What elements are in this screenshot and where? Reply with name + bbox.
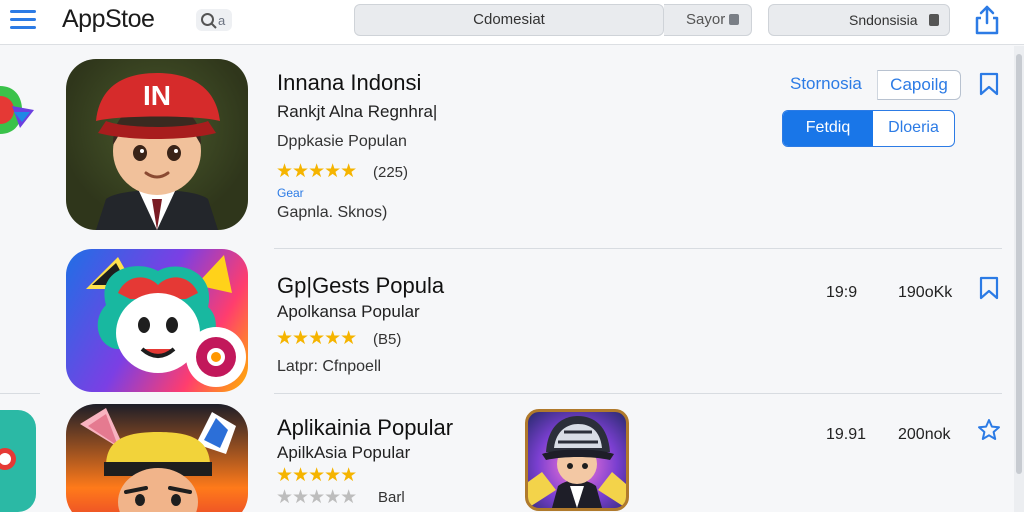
scrollbar-thumb[interactable]	[1016, 54, 1022, 474]
app-size: 190oKk	[898, 284, 953, 301]
bag-icon	[929, 14, 939, 26]
search-glyph-text: a	[218, 13, 226, 28]
app-size: 200nok	[898, 426, 951, 443]
app-subtitle: Rankjt Alna Regnhra|	[277, 102, 438, 121]
row-divider	[274, 248, 1002, 249]
region-label: Sayor	[686, 11, 726, 28]
hat-character-thumbnail-icon[interactable]	[525, 409, 629, 511]
rating-label: Barl	[378, 489, 405, 506]
bookmark-icon[interactable]	[979, 72, 999, 96]
app-subtitle: ApilkAsia Popular	[277, 443, 411, 462]
rating-count: (225)	[373, 164, 409, 181]
language-label: Sndonsisia	[849, 12, 918, 28]
app-title[interactable]: Innana Indonsi	[277, 70, 421, 96]
partial-app-icon[interactable]	[0, 82, 36, 138]
secondary-star-rating: ★★★★★	[276, 487, 357, 508]
star-rating: ★★★★★	[276, 465, 357, 486]
category-button[interactable]: Capoilg	[877, 70, 961, 100]
cartoon-warrior-icon[interactable]	[66, 404, 248, 512]
colorful-mascot-icon[interactable]	[66, 249, 248, 392]
language-selector[interactable]: Sndonsisia	[768, 4, 950, 36]
segmented-control[interactable]: Fetdiq Dloeria	[782, 110, 955, 147]
star-icon[interactable]	[977, 418, 1001, 442]
share-icon[interactable]	[972, 4, 1002, 36]
top-bar: AppStoe a Cdomesiat Sayor Sndonsisia	[0, 0, 1024, 45]
row-divider	[274, 393, 1002, 394]
app-footer-text: Latpr: Cfnpoell	[277, 358, 382, 375]
cartoon-boy-red-cap-icon[interactable]: IN	[66, 59, 248, 230]
app-subtitle: Apolkansa Popular	[277, 302, 420, 321]
divider	[0, 393, 40, 394]
app-footer-text: Gapnla. Sknos)	[277, 204, 388, 221]
bookmark-icon[interactable]	[979, 276, 999, 300]
bag-icon	[729, 14, 739, 25]
app-version: 19.91	[826, 426, 867, 443]
app-store-logo[interactable]: AppStoe	[62, 5, 155, 34]
app-title[interactable]: Gp|Gests Popula	[277, 273, 444, 299]
scrollbar[interactable]	[1014, 46, 1024, 512]
region-selector[interactable]: Sayor	[664, 4, 752, 36]
star-rating: ★★★★★	[276, 328, 357, 349]
icon-letters: IN	[143, 80, 171, 111]
segment-featured[interactable]: Fetdiq	[783, 111, 873, 146]
menu-icon[interactable]	[10, 8, 36, 32]
partial-app-icon[interactable]	[0, 410, 36, 512]
search-icon[interactable]: a	[196, 9, 232, 31]
rating-count: (B5)	[373, 331, 402, 348]
app-title[interactable]: Aplikainia Popular	[277, 415, 453, 441]
segment-details[interactable]: Dloeria	[873, 111, 954, 146]
app-tag[interactable]: Gear	[277, 186, 304, 200]
search-input[interactable]: Cdomesiat	[354, 4, 664, 36]
star-rating: ★★★★★	[276, 161, 357, 182]
app-version: 19:9	[826, 284, 858, 301]
developer-link[interactable]: Stornosia	[790, 74, 862, 94]
app-category: Dppkasie Populan	[277, 133, 407, 150]
